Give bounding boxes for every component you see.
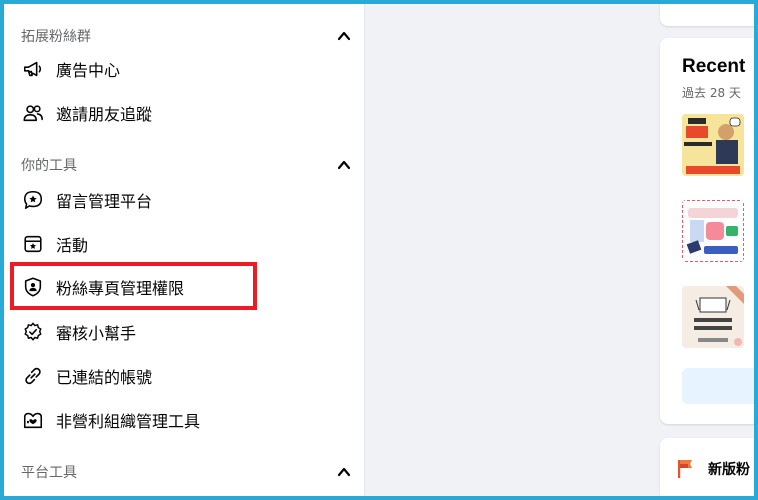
see-more-button[interactable] xyxy=(682,368,754,404)
chevron-up-icon[interactable] xyxy=(337,158,351,172)
post-thumbnail[interactable] xyxy=(682,286,744,348)
gear-check-icon xyxy=(21,320,45,344)
sidebar-item-ads-center[interactable]: 廣告中心 xyxy=(18,51,354,87)
sidebar-item-events[interactable]: 活動 xyxy=(18,226,354,262)
comment-star-icon xyxy=(21,188,45,212)
post-thumbnail[interactable] xyxy=(682,200,744,262)
chevron-up-icon[interactable] xyxy=(337,465,351,479)
chevron-up-icon[interactable] xyxy=(337,29,351,43)
sidebar-item-label: 審核小幫手 xyxy=(56,324,137,343)
highlight-box xyxy=(10,262,257,310)
recent-card: Recent 過去 28 天 xyxy=(660,38,754,424)
section-title: 你的工具 xyxy=(21,158,77,174)
section-title: 拓展粉絲群 xyxy=(21,29,91,45)
post-thumbnail[interactable] xyxy=(682,114,744,176)
section-title: 平台工具 xyxy=(21,465,77,481)
sidebar-item-label: 邀請朋友追蹤 xyxy=(56,105,153,124)
heart-building-icon xyxy=(21,408,45,432)
app-frame: 拓展粉絲群 廣告中心 邀請朋友追蹤 你的工具 留言管理平台 活動 粉絲專頁管理權… xyxy=(4,4,754,496)
new-page-label: 新版粉 xyxy=(708,462,750,478)
link-icon xyxy=(21,364,45,388)
section-grow-audience[interactable]: 拓展粉絲群 xyxy=(21,24,351,48)
new-page-row[interactable]: 新版粉 xyxy=(676,458,750,480)
sidebar-item-label: 活動 xyxy=(56,236,89,255)
sidebar-item-comment-manager[interactable]: 留言管理平台 xyxy=(18,182,354,218)
sidebar: 拓展粉絲群 廣告中心 邀請朋友追蹤 你的工具 留言管理平台 活動 粉絲專頁管理權… xyxy=(4,4,365,496)
top-card xyxy=(660,4,754,26)
section-your-tools[interactable]: 你的工具 xyxy=(21,153,351,177)
sidebar-item-invite-friends[interactable]: 邀請朋友追蹤 xyxy=(18,95,354,131)
calendar-star-icon xyxy=(21,232,45,256)
sidebar-item-label: 留言管理平台 xyxy=(56,192,153,211)
sidebar-item-linked-accounts[interactable]: 已連結的帳號 xyxy=(18,358,354,394)
sidebar-item-label: 已連結的帳號 xyxy=(56,368,153,387)
recent-title: Recent xyxy=(682,56,746,77)
recent-subtitle: 過去 28 天 xyxy=(682,86,741,100)
sidebar-item-moderation-assist[interactable]: 審核小幫手 xyxy=(18,314,354,350)
sidebar-item-nonprofit-tools[interactable]: 非營利組織管理工具 xyxy=(18,402,354,438)
section-platform-tools[interactable]: 平台工具 xyxy=(21,460,351,484)
sidebar-item-label: 非營利組織管理工具 xyxy=(56,412,201,431)
people-icon xyxy=(21,101,45,125)
sidebar-item-label: 廣告中心 xyxy=(56,61,121,80)
megaphone-icon xyxy=(21,57,45,81)
flag-icon xyxy=(678,460,692,478)
